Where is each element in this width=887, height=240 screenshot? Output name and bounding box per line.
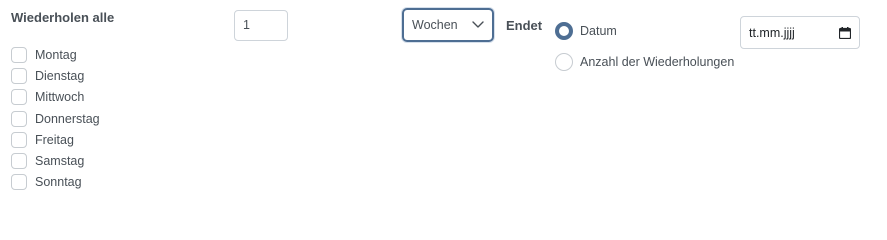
weekday-label: Samstag — [35, 154, 85, 169]
repeat-settings-panel: Wiederholen alle Montag Dienstag Mittwoc… — [0, 0, 887, 213]
weekday-item-dienstag[interactable]: Dienstag — [11, 65, 100, 86]
interval-input[interactable]: 1 — [234, 10, 288, 41]
ends-date-radio[interactable] — [555, 22, 573, 40]
weekday-checkbox[interactable] — [11, 131, 27, 148]
ends-count-label: Anzahl der Wiederholungen — [580, 55, 735, 69]
weekday-item-samstag[interactable]: Samstag — [11, 150, 100, 171]
ends-date-label: Datum — [580, 24, 617, 38]
weekday-item-donnerstag[interactable]: Donnerstag — [11, 108, 100, 129]
weekday-label: Donnerstag — [35, 111, 100, 126]
weekday-checkbox[interactable] — [11, 174, 27, 191]
weekday-label: Montag — [35, 47, 77, 62]
weekday-list: Montag Dienstag Mittwoch Donnerstag Frei… — [11, 44, 100, 193]
ends-count-radio[interactable] — [555, 53, 573, 71]
weekday-label: Mittwoch — [35, 90, 85, 105]
interval-unit-value: Wochen — [412, 18, 458, 32]
interval-unit-select[interactable]: Wochen — [402, 8, 494, 42]
end-date-placeholder: tt.mm.jjjj — [749, 25, 795, 40]
weekday-label: Freitag — [35, 132, 74, 147]
weekday-label: Dienstag — [35, 68, 85, 83]
weekday-checkbox[interactable] — [11, 67, 27, 84]
weekday-checkbox[interactable] — [11, 46, 27, 63]
weekday-checkbox[interactable] — [11, 110, 27, 127]
calendar-icon[interactable] — [839, 26, 851, 39]
weekday-item-freitag[interactable]: Freitag — [11, 129, 100, 150]
weekday-checkbox[interactable] — [11, 89, 27, 106]
weekday-item-mittwoch[interactable]: Mittwoch — [11, 87, 100, 108]
ends-option-count[interactable]: Anzahl der Wiederholungen — [555, 53, 734, 71]
ends-option-date[interactable]: Datum — [555, 22, 617, 40]
end-date-field[interactable]: tt.mm.jjjj — [740, 16, 860, 49]
chevron-down-icon — [472, 21, 484, 28]
weekday-item-montag[interactable]: Montag — [11, 44, 100, 65]
weekday-label: Sonntag — [35, 175, 82, 190]
weekday-item-sonntag[interactable]: Sonntag — [11, 172, 100, 193]
repeat-title: Wiederholen alle — [11, 10, 115, 25]
weekday-checkbox[interactable] — [11, 153, 27, 170]
ends-label: Endet — [506, 18, 543, 33]
